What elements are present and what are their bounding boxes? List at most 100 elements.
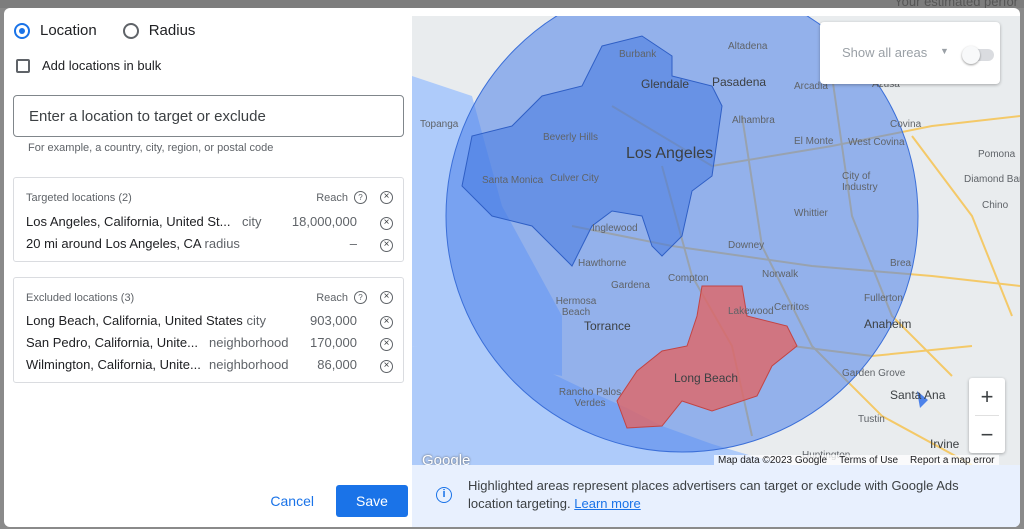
targeted-reach-header: Reach ?	[316, 191, 367, 204]
targeted-locations-box: Targeted locations (2) Reach ? × Los Ang…	[13, 177, 404, 262]
excluded-reach-header: Reach ?	[316, 291, 367, 304]
show-all-areas-label[interactable]: Show all areas	[842, 45, 927, 60]
targeted-heading: Targeted locations (2)	[26, 192, 132, 204]
location-search-placeholder: Enter a location to target or exclude	[29, 107, 266, 125]
map-label: Rancho Palos Verdes	[558, 387, 622, 409]
zoom-controls: + −	[969, 378, 1005, 453]
map-label: Fullerton	[864, 293, 903, 304]
map-label: Diamond Bar	[964, 174, 1020, 185]
radius-radio[interactable]	[122, 22, 139, 39]
remove-location-icon[interactable]: ×	[380, 338, 393, 351]
map-label: West Covina	[848, 137, 905, 148]
help-icon[interactable]: ?	[354, 291, 367, 304]
dialog-actions: Cancel Save	[270, 485, 408, 517]
map-label: Culver City	[550, 173, 599, 184]
targeted-row-type: city	[242, 214, 262, 229]
map-label: Irvine	[930, 437, 960, 451]
remove-all-excluded-icon[interactable]: ×	[380, 291, 393, 304]
excluded-row: Wilmington, California, Unite... neighbo…	[26, 357, 393, 377]
location-mode-group: Location Radius	[14, 22, 221, 39]
map-label: Norwalk	[762, 269, 799, 280]
map-label: City of Industry	[842, 171, 878, 193]
map-label: Compton	[668, 273, 709, 284]
map-label: Whittier	[794, 208, 828, 219]
map-label: Burbank	[619, 49, 657, 60]
google-logo: Google	[422, 452, 471, 465]
excluded-row-reach: 170,000	[310, 335, 357, 350]
map-label: Pasadena	[712, 75, 767, 89]
excluded-heading: Excluded locations (3)	[26, 292, 135, 304]
excluded-reach-label: Reach	[316, 291, 348, 304]
info-message: Highlighted areas represent places adver…	[468, 478, 959, 511]
excluded-row-name: San Pedro, California, Unite...	[26, 335, 198, 350]
excluded-row: Long Beach, California, United States ci…	[26, 313, 393, 333]
info-icon: i	[436, 487, 452, 503]
map-label: Glendale	[641, 77, 690, 91]
help-icon[interactable]: ?	[354, 191, 367, 204]
targeted-row-name: 20 mi around Los Angeles, CA radius	[26, 236, 240, 251]
background-page-strip: Your estimated perfor	[0, 0, 1024, 9]
report-map-error-link[interactable]: Report a map error	[910, 455, 994, 465]
terms-of-use-link[interactable]: Terms of Use	[839, 455, 898, 465]
excluded-row-reach: 903,000	[310, 313, 357, 328]
map-label: Brea	[890, 258, 912, 269]
excluded-row: San Pedro, California, Unite... neighbor…	[26, 335, 393, 355]
map-label: Topanga	[420, 119, 459, 130]
location-radio-label[interactable]: Location	[40, 22, 97, 39]
bulk-add-label[interactable]: Add locations in bulk	[42, 58, 161, 73]
excluded-row-name: Long Beach, California, United States ci…	[26, 313, 266, 328]
remove-location-icon[interactable]: ×	[380, 360, 393, 373]
map-label: Chino	[982, 200, 1009, 211]
map-label: El Monte	[794, 136, 834, 147]
map-label: Garden Grove	[842, 368, 906, 379]
map-label: Tustin	[858, 414, 885, 425]
map-label: Torrance	[584, 319, 631, 333]
targeted-row-name: Los Angeles, California, United St...	[26, 214, 231, 229]
location-radio[interactable]	[14, 22, 30, 39]
remove-location-icon[interactable]: ×	[380, 316, 393, 329]
targeted-row: 20 mi around Los Angeles, CA radius – ×	[26, 236, 393, 256]
map-label: Inglewood	[592, 223, 638, 234]
map-label: Downey	[728, 240, 765, 251]
learn-more-link[interactable]: Learn more	[574, 496, 640, 511]
map-label: Long Beach	[674, 371, 739, 385]
save-button[interactable]: Save	[336, 485, 408, 517]
location-panel: Location Radius Add locations in bulk En…	[4, 8, 412, 527]
excluded-row-name: Wilmington, California, Unite...	[26, 357, 201, 372]
location-search-input[interactable]: Enter a location to target or exclude	[13, 95, 404, 137]
targeted-row: Los Angeles, California, United St... ci…	[26, 214, 393, 234]
targeted-reach-label: Reach	[316, 191, 348, 204]
excluded-row-type: neighborhood	[209, 357, 289, 372]
bulk-add-row: Add locations in bulk	[16, 58, 161, 73]
show-all-areas-control: Show all areas ▼	[820, 22, 1000, 84]
remove-location-icon[interactable]: ×	[380, 239, 393, 252]
map-view[interactable]: Burbank Altadena Glendale Pasadena Arcad…	[412, 16, 1020, 465]
zoom-out-button[interactable]: −	[969, 416, 1005, 453]
radius-radio-label[interactable]: Radius	[149, 22, 196, 39]
excluded-row-type: neighborhood	[209, 335, 289, 350]
excluded-locations-box: Excluded locations (3) Reach ? × Long Be…	[13, 277, 404, 383]
info-banner: i Highlighted areas represent places adv…	[412, 465, 1020, 527]
location-search-hint: For example, a country, city, region, or…	[28, 142, 274, 154]
zoom-in-button[interactable]: +	[969, 378, 1005, 415]
map-label: Gardena	[611, 280, 650, 291]
info-banner-text: Highlighted areas represent places adver…	[468, 477, 998, 513]
remove-all-targeted-icon[interactable]: ×	[380, 191, 393, 204]
location-targeting-dialog: Location Radius Add locations in bulk En…	[4, 8, 1020, 527]
map-label: Santa Ana	[890, 388, 946, 402]
show-all-areas-toggle[interactable]	[962, 46, 994, 64]
excluded-row-reach: 86,000	[317, 357, 357, 372]
map-attribution: Map data ©2023 Google Terms of Use Repor…	[714, 455, 999, 465]
map-label: Covina	[890, 119, 922, 130]
map-label: Santa Monica	[482, 175, 544, 186]
bulk-add-checkbox[interactable]	[16, 58, 30, 73]
chevron-down-icon[interactable]: ▼	[940, 46, 949, 56]
map-label: Hermosa Beach	[555, 296, 597, 318]
map-label: Cerritos	[774, 302, 810, 313]
remove-location-icon[interactable]: ×	[380, 217, 393, 230]
map-label: Lakewood	[728, 306, 774, 317]
cancel-button[interactable]: Cancel	[270, 493, 314, 509]
map-label: Beverly Hills	[543, 132, 599, 143]
map-data-credit: Map data ©2023 Google	[718, 455, 828, 465]
map-label: Hawthorne	[578, 258, 627, 269]
